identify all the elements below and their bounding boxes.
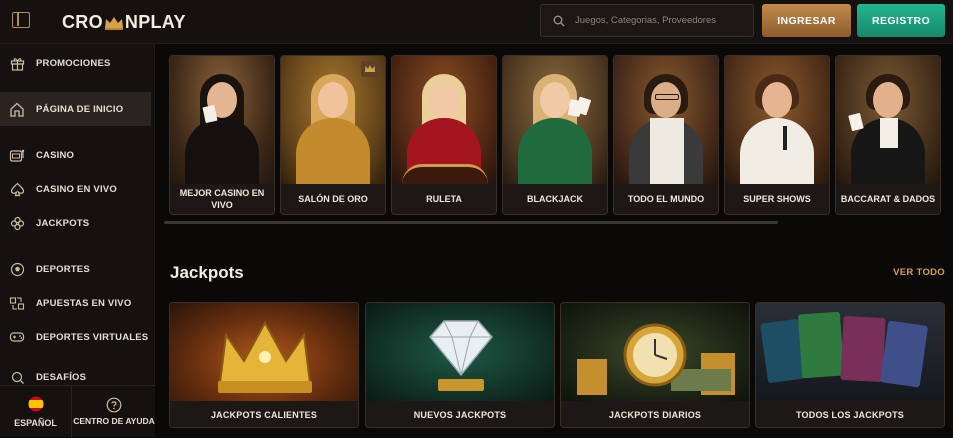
home-icon [8,100,26,118]
sidebar-item-label: JACKPOTS [36,217,90,229]
gamepad-icon [8,328,26,346]
category-card[interactable]: BLACKJACK [502,55,608,215]
language-selector[interactable]: ESPAÑOL [0,386,72,438]
category-label: MEJOR CASINO EN VIVO [170,184,274,214]
jackpot-card[interactable]: JACKPOTS DIARIOS [560,302,750,428]
sidebar-item-apuestas-en-vivo[interactable]: APUESTAS EN VIVO [0,286,151,320]
search-icon [553,15,565,26]
horizontal-scrollbar[interactable] [164,221,778,224]
search-box[interactable] [540,4,754,37]
dealer-image [836,56,940,188]
gift-icon [8,54,26,72]
section-title: Jackpots [170,263,244,282]
category-card[interactable]: SUPER SHOWS [724,55,830,215]
category-label: RULETA [392,184,496,214]
sidebar-item-label: PROMOCIONES [36,57,111,69]
sidebar-item-deportes[interactable]: DEPORTES [0,252,151,286]
spain-flag-icon [28,396,43,412]
category-card[interactable]: MEJOR CASINO EN VIVO [169,55,275,215]
search-input[interactable] [575,15,745,26]
sidebar: PROMOCIONES PÁGINA DE INICIO CASINO CASI… [0,44,155,438]
category-label: BACCARAT & DADOS [836,184,940,214]
sidebar-item-deportes-virtuales[interactable]: DEPORTES VIRTUALES [0,320,151,354]
sidebar-footer: ESPAÑOL CENTRO DE AYUDA [0,385,155,438]
challenge-icon [8,368,26,386]
sidebar-item-label: DEPORTES [36,263,90,275]
players-icon [8,294,26,312]
sidebar-item-label: APUESTAS EN VIVO [36,297,132,309]
crown-icon [104,16,123,30]
category-card[interactable]: SALÓN DE ORO [280,55,386,215]
category-card[interactable]: BACCARAT & DADOS [835,55,941,215]
golden-crown-image [170,303,358,401]
help-label: CENTRO DE AYUDA [73,415,155,426]
jackpot-label: JACKPOTS CALIENTES [170,401,358,427]
dealer-image [725,56,829,188]
logo-text-right: NPLAY [124,12,186,32]
jackpot-label: NUEVOS JACKPOTS [366,401,554,427]
dealer-image [281,56,385,188]
jackpot-card[interactable]: TODOS LOS JACKPOTS [755,302,945,428]
sidebar-item-jackpots[interactable]: JACKPOTS [0,206,151,240]
category-label: SUPER SHOWS [725,184,829,214]
see-all-link[interactable]: VER TODO [893,267,945,278]
category-card[interactable]: TODO EL MUNDO [613,55,719,215]
sidebar-item-label: DESAFÍOS [36,371,87,383]
slot-machine-icon [8,146,26,164]
language-label: ESPAÑOL [14,418,57,428]
jackpot-card[interactable]: JACKPOTS CALIENTES [169,302,359,428]
dealer-image [503,56,607,188]
sidebar-toggle-icon[interactable] [12,12,30,28]
sidebar-item-label: CASINO [36,149,75,161]
crown-badge-icon [361,61,379,77]
help-center-button[interactable]: CENTRO DE AYUDA [73,386,155,438]
sidebar-item-casino[interactable]: CASINO [0,138,151,172]
dealer-image [170,56,274,188]
slot-games-image [756,303,944,401]
jackpot-label: JACKPOTS DIARIOS [561,401,749,427]
question-icon [106,397,122,412]
category-label: BLACKJACK [503,184,607,214]
category-card[interactable]: RULETA [391,55,497,215]
top-bar: CRO NPLAY INGRESAR REGISTRO [0,0,953,44]
category-label: SALÓN DE ORO [281,184,385,214]
dealer-image [614,56,718,188]
sidebar-item-label: CASINO EN VIVO [36,183,117,195]
jackpot-card[interactable]: NUEVOS JACKPOTS [365,302,555,428]
gold-watch-image [561,303,749,401]
sidebar-item-label: DEPORTES VIRTUALES [36,331,149,343]
jackpot-label: TODOS LOS JACKPOTS [756,401,944,427]
spade-icon [8,180,26,198]
login-button[interactable]: INGRESAR [762,4,851,37]
sidebar-item-label: PÁGINA DE INICIO [36,103,124,115]
sidebar-item-promociones[interactable]: PROMOCIONES [0,46,151,80]
dealer-image [392,56,496,188]
category-label: TODO EL MUNDO [614,184,718,214]
soccer-ball-icon [8,260,26,278]
crownplay-logo[interactable]: CRO NPLAY [62,12,186,33]
main-content: MEJOR CASINO EN VIVO SALÓN DE ORO RULETA… [156,45,953,437]
sidebar-item-casino-en-vivo[interactable]: CASINO EN VIVO [0,172,151,206]
logo-text-left: CRO [62,12,103,32]
register-button[interactable]: REGISTRO [857,4,945,37]
sidebar-item-inicio[interactable]: PÁGINA DE INICIO [0,92,151,126]
clover-icon [8,214,26,232]
diamond-image [366,303,554,401]
